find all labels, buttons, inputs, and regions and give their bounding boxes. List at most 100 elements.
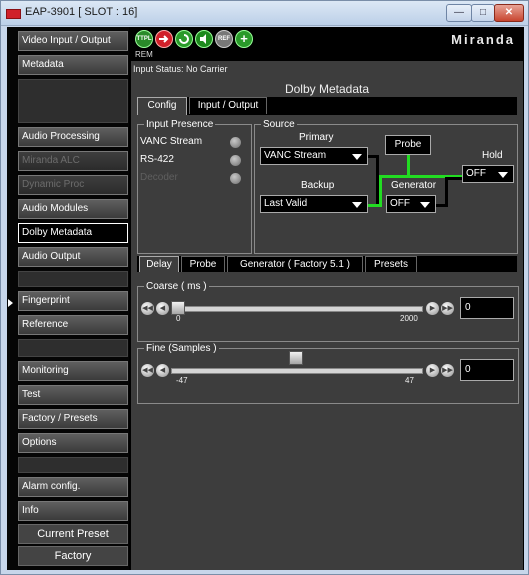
generator-wire: [445, 177, 448, 207]
presence-label-decoder: Decoder: [140, 172, 178, 183]
hold-value: OFF: [466, 168, 486, 179]
fine-max: 47: [405, 376, 414, 385]
sidebar-item-info[interactable]: Info: [18, 501, 128, 521]
backup-source-dropdown[interactable]: Last Valid: [260, 195, 368, 213]
step-forward-icon[interactable]: ▶: [426, 364, 439, 377]
source-title: Source: [261, 119, 297, 130]
delay-tabstrip: Delay Probe Generator ( Factory 5.1 ) Pr…: [137, 256, 517, 272]
hold-label: Hold: [482, 150, 503, 161]
fine-title: Fine (Samples ): [144, 343, 219, 354]
hold-dropdown[interactable]: OFF: [462, 165, 514, 183]
client-area: Video Input / Output Metadata Audio Proc…: [7, 27, 524, 570]
generator-dropdown[interactable]: OFF: [386, 195, 436, 213]
sidebar-item-miranda-alc: Miranda ALC: [18, 151, 128, 171]
tab-probe[interactable]: Probe: [181, 256, 225, 272]
tab-presets[interactable]: Presets: [365, 256, 417, 272]
generator-value: OFF: [390, 198, 410, 209]
sidebar-item-monitoring[interactable]: Monitoring: [18, 361, 128, 381]
step-back-icon[interactable]: ◀: [156, 302, 169, 315]
primary-label: Primary: [299, 132, 334, 143]
chevron-down-icon: [498, 172, 508, 178]
coarse-max: 2000: [400, 314, 418, 323]
generator-wire: [445, 177, 462, 180]
primary-source-value: VANC Stream: [264, 150, 327, 161]
source-group: Source Primary VANC Stream Backup Last V…: [254, 119, 518, 254]
probe-wire: [407, 155, 410, 177]
title-bar[interactable]: EAP-3901 [ SLOT : 16] — □ ✕: [1, 1, 528, 26]
sidebar-item-metadata[interactable]: Metadata: [18, 55, 128, 75]
audio-icon[interactable]: [195, 30, 213, 48]
fine-value-field[interactable]: 0: [460, 359, 514, 381]
sidebar: Video Input / Output Metadata Audio Proc…: [7, 27, 129, 570]
sidebar-item-factory-presets[interactable]: Factory / Presets: [18, 409, 128, 429]
chevron-down-icon: [352, 202, 362, 208]
close-button[interactable]: ✕: [494, 4, 524, 22]
generator-label: Generator: [391, 180, 437, 191]
presence-label-vanc: VANC Stream: [140, 136, 203, 147]
tab-generator[interactable]: Generator ( Factory 5.1 ): [227, 256, 363, 272]
current-preset-value: Factory: [18, 546, 128, 566]
presence-label-rs422: RS-422: [140, 154, 174, 165]
rewind-fast-icon[interactable]: ◀◀: [141, 302, 154, 315]
presence-led-vanc: [230, 137, 241, 148]
input-presence-group: Input Presence VANC Stream RS-422 Decode…: [137, 119, 252, 254]
sidebar-item-fingerprint[interactable]: Fingerprint: [18, 291, 128, 311]
coarse-delay-group: Coarse ( ms ) ◀◀ ◀ 0 2000 ▶ ▶▶ 0: [137, 281, 519, 342]
presence-led-decoder: [230, 173, 241, 184]
sidebar-spacer: [18, 457, 128, 473]
coarse-slider-track[interactable]: [171, 306, 423, 312]
add-icon[interactable]: +: [235, 30, 253, 48]
tab-delay[interactable]: Delay: [139, 256, 179, 272]
arrow-icon[interactable]: [155, 30, 173, 48]
forward-fast-icon[interactable]: ▶▶: [441, 364, 454, 377]
refresh-icon[interactable]: [175, 30, 193, 48]
step-forward-icon[interactable]: ▶: [426, 302, 439, 315]
sidebar-item-options[interactable]: Options: [18, 433, 128, 453]
coarse-value-field[interactable]: 0: [460, 297, 514, 319]
tab-config[interactable]: Config: [137, 97, 187, 115]
fine-slider-track[interactable]: [171, 368, 423, 374]
app-icon: [6, 9, 21, 19]
probe-button[interactable]: Probe: [385, 135, 431, 155]
window-title: EAP-3901 [ SLOT : 16]: [25, 6, 138, 18]
current-preset-label: Current Preset: [18, 524, 128, 544]
chevron-down-icon: [420, 202, 430, 208]
fine-slider-thumb[interactable]: [289, 351, 303, 365]
fine-delay-group: Fine (Samples ) ◀◀ ◀ -47 47 ▶ ▶▶ 0: [137, 343, 519, 404]
section-title: Dolby Metadata: [284, 82, 370, 96]
sidebar-item-alarm-config[interactable]: Alarm config.: [18, 477, 128, 497]
rewind-fast-icon[interactable]: ◀◀: [141, 364, 154, 377]
sidebar-item-audio-output[interactable]: Audio Output: [18, 247, 128, 267]
sidebar-item-test[interactable]: Test: [18, 385, 128, 405]
input-presence-title: Input Presence: [144, 119, 216, 130]
sidebar-item-dolby-metadata[interactable]: Dolby Metadata: [18, 223, 128, 243]
rem-label: REM: [135, 50, 153, 59]
coarse-title: Coarse ( ms ): [144, 281, 209, 292]
app-window: EAP-3901 [ SLOT : 16] — □ ✕ Video Input …: [0, 0, 529, 575]
ref-icon[interactable]: REF: [215, 30, 233, 48]
sidebar-item-dynamic-proc: Dynamic Proc: [18, 175, 128, 195]
sidebar-spacer: [18, 271, 128, 287]
input-status: Input Status: No Carrier: [133, 64, 228, 74]
maximize-button[interactable]: □: [471, 4, 495, 22]
sidebar-item-reference[interactable]: Reference: [18, 315, 128, 335]
main-panel: TTPL REF + REM Miranda Input Status: No …: [131, 27, 523, 570]
fine-min: -47: [176, 376, 188, 385]
toolbar: TTPL REF + REM Miranda: [131, 27, 523, 61]
ttpl-icon[interactable]: TTPL: [135, 30, 153, 48]
forward-fast-icon[interactable]: ▶▶: [441, 302, 454, 315]
tab-input-output[interactable]: Input / Output: [189, 97, 267, 114]
sidebar-item-video-io[interactable]: Video Input / Output: [18, 31, 128, 51]
minimize-button[interactable]: —: [446, 4, 472, 22]
sidebar-spacer: [18, 339, 128, 357]
sidebar-item-audio-modules[interactable]: Audio Modules: [18, 199, 128, 219]
brand-logo: Miranda: [451, 32, 515, 47]
sidebar-item-audio-processing[interactable]: Audio Processing: [18, 127, 128, 147]
step-back-icon[interactable]: ◀: [156, 364, 169, 377]
sidebar-spacer: [18, 79, 128, 123]
coarse-slider-thumb[interactable]: [171, 301, 185, 315]
backup-source-value: Last Valid: [264, 198, 308, 209]
primary-source-dropdown[interactable]: VANC Stream: [260, 147, 368, 165]
active-source-wire: [379, 175, 382, 206]
backup-label: Backup: [301, 180, 335, 191]
